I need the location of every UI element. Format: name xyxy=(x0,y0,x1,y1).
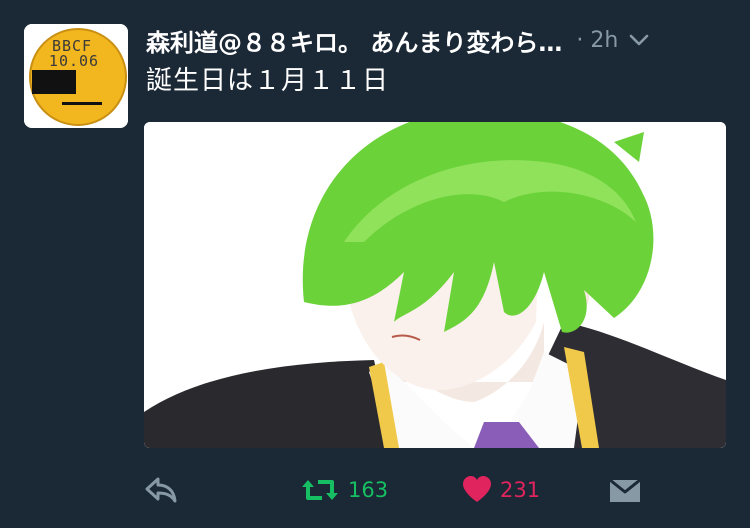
reply-icon xyxy=(145,477,177,503)
avatar[interactable]: BBCF 10.06 xyxy=(24,24,128,128)
retweet-icon xyxy=(302,480,338,500)
heart-icon xyxy=(463,476,491,502)
tweet-text: 誕生日は１月１１日 xyxy=(146,66,390,96)
tweet-header: 森利道@８８キロ。 あんまり変わら… · 2h xyxy=(146,22,736,58)
retweet-count: 163 xyxy=(348,478,389,502)
chevron-down-icon[interactable] xyxy=(628,29,650,51)
timestamp[interactable]: · 2h xyxy=(576,28,618,53)
avatar-text-bottom: 10.06 xyxy=(49,52,99,70)
reply-button[interactable] xyxy=(144,472,178,508)
like-count: 231 xyxy=(500,478,541,502)
display-name[interactable]: 森利道@８８キロ。 あんまり変わら… xyxy=(146,23,562,58)
direct-message-button[interactable] xyxy=(608,472,642,508)
retweet-button[interactable]: 163 xyxy=(300,472,388,508)
like-button[interactable]: 231 xyxy=(462,472,540,508)
gold-coin-avatar-icon: BBCF 10.06 xyxy=(24,24,128,128)
envelope-icon xyxy=(609,478,641,502)
tweet-actions: 163 231 xyxy=(144,472,744,508)
anime-illustration-icon xyxy=(144,122,726,448)
tweet-media-image[interactable] xyxy=(144,122,726,448)
